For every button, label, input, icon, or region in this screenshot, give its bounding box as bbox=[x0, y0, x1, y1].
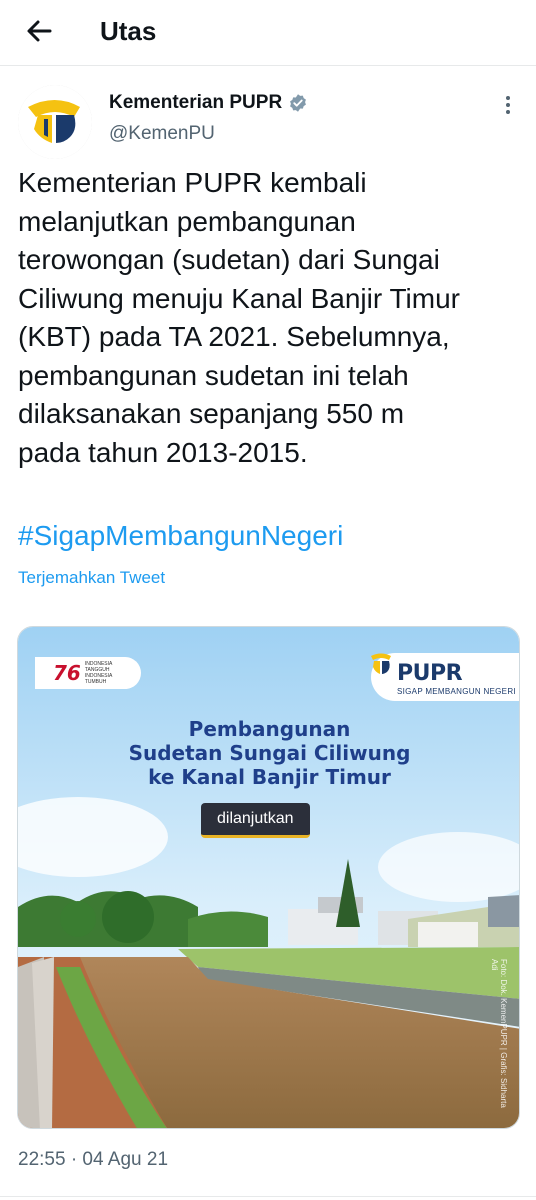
tweet-image[interactable]: 76 INDONESIA TANGGUH INDONESIA TUMBUH PU… bbox=[17, 626, 520, 1129]
tweet-timestamp[interactable]: 22:55 · 04 Agu 21 bbox=[18, 1148, 168, 1172]
more-vertical-icon bbox=[506, 96, 510, 114]
pupr-emblem-icon bbox=[371, 653, 391, 674]
pupr-logo-icon bbox=[18, 85, 92, 159]
header-divider bbox=[0, 65, 536, 66]
headline-line-3: ke Kanal Banjir Timur bbox=[148, 765, 391, 789]
anniversary-badge: 76 INDONESIA TANGGUH INDONESIA TUMBUH bbox=[35, 657, 141, 689]
page-title: Utas bbox=[100, 16, 157, 46]
author-handle[interactable]: @KemenPU bbox=[109, 122, 215, 146]
pupr-logo-text: PUPR bbox=[397, 661, 463, 686]
pupr-tagline: SIGAP MEMBANGUN NEGERI bbox=[397, 687, 516, 696]
author-name-row[interactable]: Kementerian PUPR bbox=[109, 91, 308, 115]
hashtag-link[interactable]: #SigapMembangunNegeri bbox=[18, 518, 343, 554]
top-app-bar: Utas bbox=[0, 0, 536, 62]
footer-divider bbox=[0, 1196, 536, 1197]
verified-badge-icon bbox=[290, 94, 307, 112]
more-options-button[interactable] bbox=[500, 94, 516, 116]
back-button[interactable] bbox=[22, 14, 56, 48]
author-name[interactable]: Kementerian PUPR bbox=[109, 91, 282, 115]
arrow-left-icon bbox=[27, 20, 52, 42]
image-headline: Pembangunan Sudetan Sungai Ciliwung ke K… bbox=[18, 717, 519, 789]
tweet-text: Kementerian PUPR kembali melanjutkan pem… bbox=[18, 167, 460, 468]
headline-line-2: Sudetan Sungai Ciliwung bbox=[128, 741, 411, 765]
anniversary-tagline: INDONESIA TANGGUH INDONESIA TUMBUH bbox=[84, 661, 113, 685]
status-pill: dilanjutkan bbox=[201, 803, 310, 838]
photo-credit: Foto: Dok. KemenPUPR | Grafis: Sidharta … bbox=[490, 959, 508, 1108]
translate-tweet-link[interactable]: Terjemahkan Tweet bbox=[18, 567, 165, 589]
avatar[interactable] bbox=[18, 85, 92, 159]
pupr-logo: PUPR SIGAP MEMBANGUN NEGERI bbox=[371, 653, 519, 701]
river-photo bbox=[18, 627, 519, 1128]
anniversary-number: 76 bbox=[53, 661, 81, 685]
headline-line-1: Pembangunan bbox=[188, 717, 351, 741]
